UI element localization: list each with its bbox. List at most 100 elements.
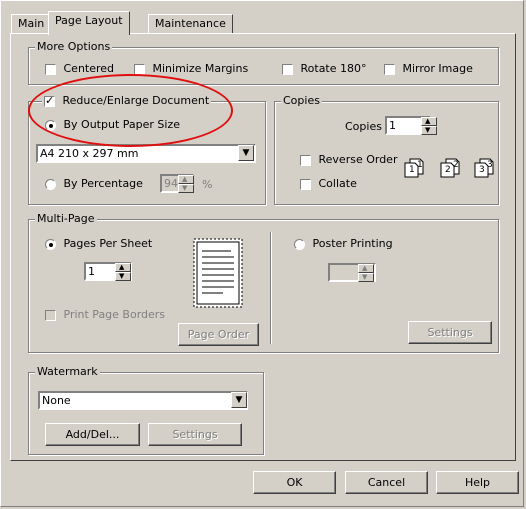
arrow-down-icon: ▼ [119, 272, 125, 280]
collate-checkbox[interactable]: Collate [300, 177, 357, 191]
collate-check-box[interactable] [300, 178, 311, 190]
collate-set-2-icon: 2 2 [440, 158, 462, 178]
minimize-margins-label: Minimize Margins [152, 62, 249, 75]
chevron-down-icon: ▼ [242, 148, 250, 158]
collate-set-1-icon: 1 1 [404, 158, 426, 178]
tab-main[interactable]: Main [11, 14, 52, 33]
print-page-borders-label: Print Page Borders [63, 308, 166, 321]
watermark-settings-label: Settings [172, 428, 218, 441]
paper-size-dropdown-button[interactable]: ▼ [238, 145, 254, 161]
watermark-title: Watermark [35, 365, 100, 379]
pages-per-sheet-label: Pages Per Sheet [63, 237, 153, 250]
collate-page-label: 3 [479, 165, 485, 175]
collate-page-label: 3 [487, 160, 493, 170]
paper-size-dropdown[interactable]: A4 210 x 297 mm [36, 144, 256, 163]
arrow-down-icon: ▼ [182, 184, 188, 192]
add-del-label: Add/Del... [65, 428, 120, 441]
page-order-button[interactable]: Page Order [178, 323, 259, 346]
arrow-up-icon: ▲ [362, 264, 368, 272]
tab-page-layout-label: Page Layout [55, 14, 123, 27]
percent-sign: % [202, 178, 213, 191]
pages-per-sheet-radio-button[interactable] [45, 238, 56, 250]
reverse-order-check-box[interactable] [300, 154, 311, 166]
tab-main-label: Main [18, 17, 45, 30]
arrow-up-icon: ▲ [182, 175, 188, 183]
centered-checkbox[interactable]: Centered [45, 62, 114, 76]
by-output-paper-size-radio[interactable]: By Output Paper Size [45, 118, 180, 132]
arrow-up-icon: ▲ [119, 263, 125, 271]
print-page-borders-check-box[interactable] [45, 309, 56, 321]
pages-per-sheet-radio[interactable]: Pages Per Sheet [45, 237, 152, 251]
collate-page-label: 1 [409, 165, 415, 175]
minimize-margins-checkbox[interactable]: Minimize Margins [134, 62, 248, 76]
reduce-enlarge-check-box[interactable] [44, 94, 55, 107]
poster-settings-button[interactable]: Settings [408, 321, 492, 344]
multi-page-divider [270, 232, 271, 344]
percentage-spinner[interactable]: ▲ ▼ [178, 175, 194, 193]
watermark-dropdown[interactable]: None [38, 391, 248, 410]
add-del-button[interactable]: Add/Del... [45, 423, 140, 446]
by-percentage-radio[interactable]: By Percentage [45, 177, 143, 191]
copies-spinner[interactable]: ▲ ▼ [421, 117, 437, 135]
help-label: Help [464, 476, 491, 489]
watermark-dropdown-button[interactable]: ▼ [231, 392, 247, 408]
collate-page-label: 2 [453, 160, 459, 170]
rotate-180-check-box[interactable] [282, 63, 293, 75]
watermark-settings-button[interactable]: Settings [148, 423, 242, 446]
percentage-up-button[interactable]: ▲ [178, 175, 194, 184]
collate-label: Collate [318, 177, 357, 190]
poster-up-button[interactable]: ▲ [358, 264, 374, 273]
cancel-button[interactable]: Cancel [345, 471, 428, 494]
tab-maintenance-label: Maintenance [155, 17, 226, 30]
pages-per-sheet-value: 1 [88, 265, 95, 278]
copies-value: 1 [389, 119, 396, 132]
arrow-down-icon: ▼ [362, 273, 368, 281]
page-order-label: Page Order [187, 328, 250, 341]
help-button[interactable]: Help [436, 471, 519, 494]
poster-printing-radio-button[interactable] [294, 238, 305, 250]
reduce-enlarge-label: Reduce/Enlarge Document [62, 94, 210, 107]
collate-set-3-icon: 3 3 [474, 158, 496, 178]
by-output-paper-size-radio-button[interactable] [45, 119, 56, 131]
reduce-enlarge-checkbox[interactable]: Reduce/Enlarge Document [42, 94, 212, 108]
pages-up-button[interactable]: ▲ [115, 263, 131, 272]
arrow-up-icon: ▲ [425, 117, 431, 125]
centered-label: Centered [63, 62, 115, 75]
collate-page-label: 1 [417, 160, 423, 170]
centered-check-box[interactable] [45, 63, 56, 75]
collate-page-label: 2 [445, 165, 451, 175]
poster-printing-label: Poster Printing [312, 237, 393, 250]
print-page-borders-checkbox[interactable]: Print Page Borders [45, 308, 165, 322]
minimize-margins-check-box[interactable] [134, 63, 145, 75]
rotate-180-checkbox[interactable]: Rotate 180° [282, 62, 367, 76]
tab-maintenance[interactable]: Maintenance [148, 14, 233, 33]
pages-per-sheet-spinner[interactable]: ▲ ▼ [115, 263, 131, 281]
percentage-down-button[interactable]: ▼ [178, 184, 194, 193]
mirror-image-label: Mirror Image [402, 62, 473, 75]
watermark-value: None [42, 394, 71, 407]
rotate-180-label: Rotate 180° [300, 62, 367, 75]
copies-up-button[interactable]: ▲ [421, 117, 437, 126]
mirror-image-check-box[interactable] [384, 63, 395, 75]
poster-settings-label: Settings [427, 326, 473, 339]
chevron-down-icon: ▼ [235, 395, 243, 405]
mirror-image-checkbox[interactable]: Mirror Image [384, 62, 473, 76]
copies-down-button[interactable]: ▼ [421, 126, 437, 135]
by-percentage-radio-button[interactable] [45, 178, 56, 190]
arrow-down-icon: ▼ [425, 126, 431, 134]
percentage-value: 94 [164, 177, 178, 190]
by-percentage-label: By Percentage [63, 177, 143, 190]
poster-down-button[interactable]: ▼ [358, 273, 374, 282]
multi-page-title: Multi-Page [35, 212, 97, 226]
pages-down-button[interactable]: ▼ [115, 272, 131, 281]
reverse-order-label: Reverse Order [318, 153, 398, 166]
copies-title: Copies [281, 94, 322, 108]
poster-printing-spinner[interactable]: ▲ ▼ [358, 264, 374, 282]
tab-page-layout[interactable]: Page Layout [48, 11, 130, 35]
poster-printing-radio[interactable]: Poster Printing [294, 237, 393, 251]
by-output-paper-size-label: By Output Paper Size [63, 118, 181, 131]
ok-button[interactable]: OK [253, 471, 336, 494]
page-preview-icon [193, 238, 245, 310]
reverse-order-checkbox[interactable]: Reverse Order [300, 153, 397, 167]
ok-label: OK [286, 476, 303, 489]
